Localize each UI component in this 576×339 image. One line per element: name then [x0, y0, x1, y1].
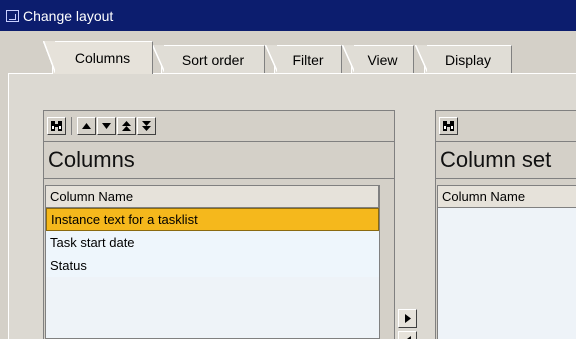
title-bar: Change layout	[0, 0, 576, 31]
list-item[interactable]: Instance text for a tasklist	[46, 208, 379, 231]
move-top-icon	[122, 121, 131, 131]
binoculars-icon	[51, 121, 62, 131]
window-icon	[6, 9, 19, 22]
tab-filter[interactable]: Filter	[265, 45, 342, 73]
columns-list[interactable]: Column Name Instance text for a tasklist…	[45, 185, 380, 339]
column-name-header[interactable]: Column Name	[438, 186, 576, 208]
columns-toolbar	[44, 111, 394, 141]
dialog-window: Columns Sort order Filter View Display C…	[0, 31, 576, 339]
move-right-icon	[404, 314, 411, 323]
tab-strip: Columns Sort order Filter View Display	[0, 39, 576, 74]
column-set-list[interactable]: Column Name	[437, 185, 576, 339]
move-bottom-icon	[142, 121, 151, 131]
arrow-up-icon	[82, 123, 91, 129]
tab-panel-columns: Columns Column Name Instance text for a …	[8, 73, 576, 339]
move-to-columns-button[interactable]	[398, 331, 417, 339]
move-to-column-set-button[interactable]	[398, 309, 417, 328]
find-button[interactable]	[439, 117, 458, 135]
tab-view-label: View	[367, 51, 398, 68]
move-to-top-button[interactable]	[117, 117, 136, 135]
columns-title: Columns	[44, 141, 394, 179]
move-to-bottom-button[interactable]	[137, 117, 156, 135]
column-set-group: Column set Column Name	[435, 110, 576, 339]
column-set-title: Column set	[436, 141, 576, 179]
arrow-down-icon	[102, 123, 111, 129]
column-set-toolbar	[436, 111, 576, 141]
move-up-button[interactable]	[77, 117, 96, 135]
tab-columns[interactable]: Columns	[43, 41, 153, 74]
tab-display-label: Display	[445, 51, 491, 68]
tab-sort-order-label: Sort order	[181, 51, 245, 68]
move-down-button[interactable]	[97, 117, 116, 135]
list-item[interactable]: Task start date	[46, 231, 379, 254]
list-item[interactable]: Status	[46, 254, 379, 277]
tab-filter-label: Filter	[292, 51, 324, 68]
find-button[interactable]	[47, 117, 66, 135]
binoculars-icon	[443, 121, 454, 131]
column-name-header[interactable]: Column Name	[46, 186, 379, 208]
tab-display[interactable]: Display	[415, 45, 512, 73]
columns-group: Columns Column Name Instance text for a …	[43, 110, 395, 339]
window-title: Change layout	[23, 7, 114, 24]
tab-view[interactable]: View	[342, 45, 414, 73]
tab-columns-label: Columns	[74, 50, 131, 66]
tab-sort-order[interactable]: Sort order	[152, 45, 265, 73]
